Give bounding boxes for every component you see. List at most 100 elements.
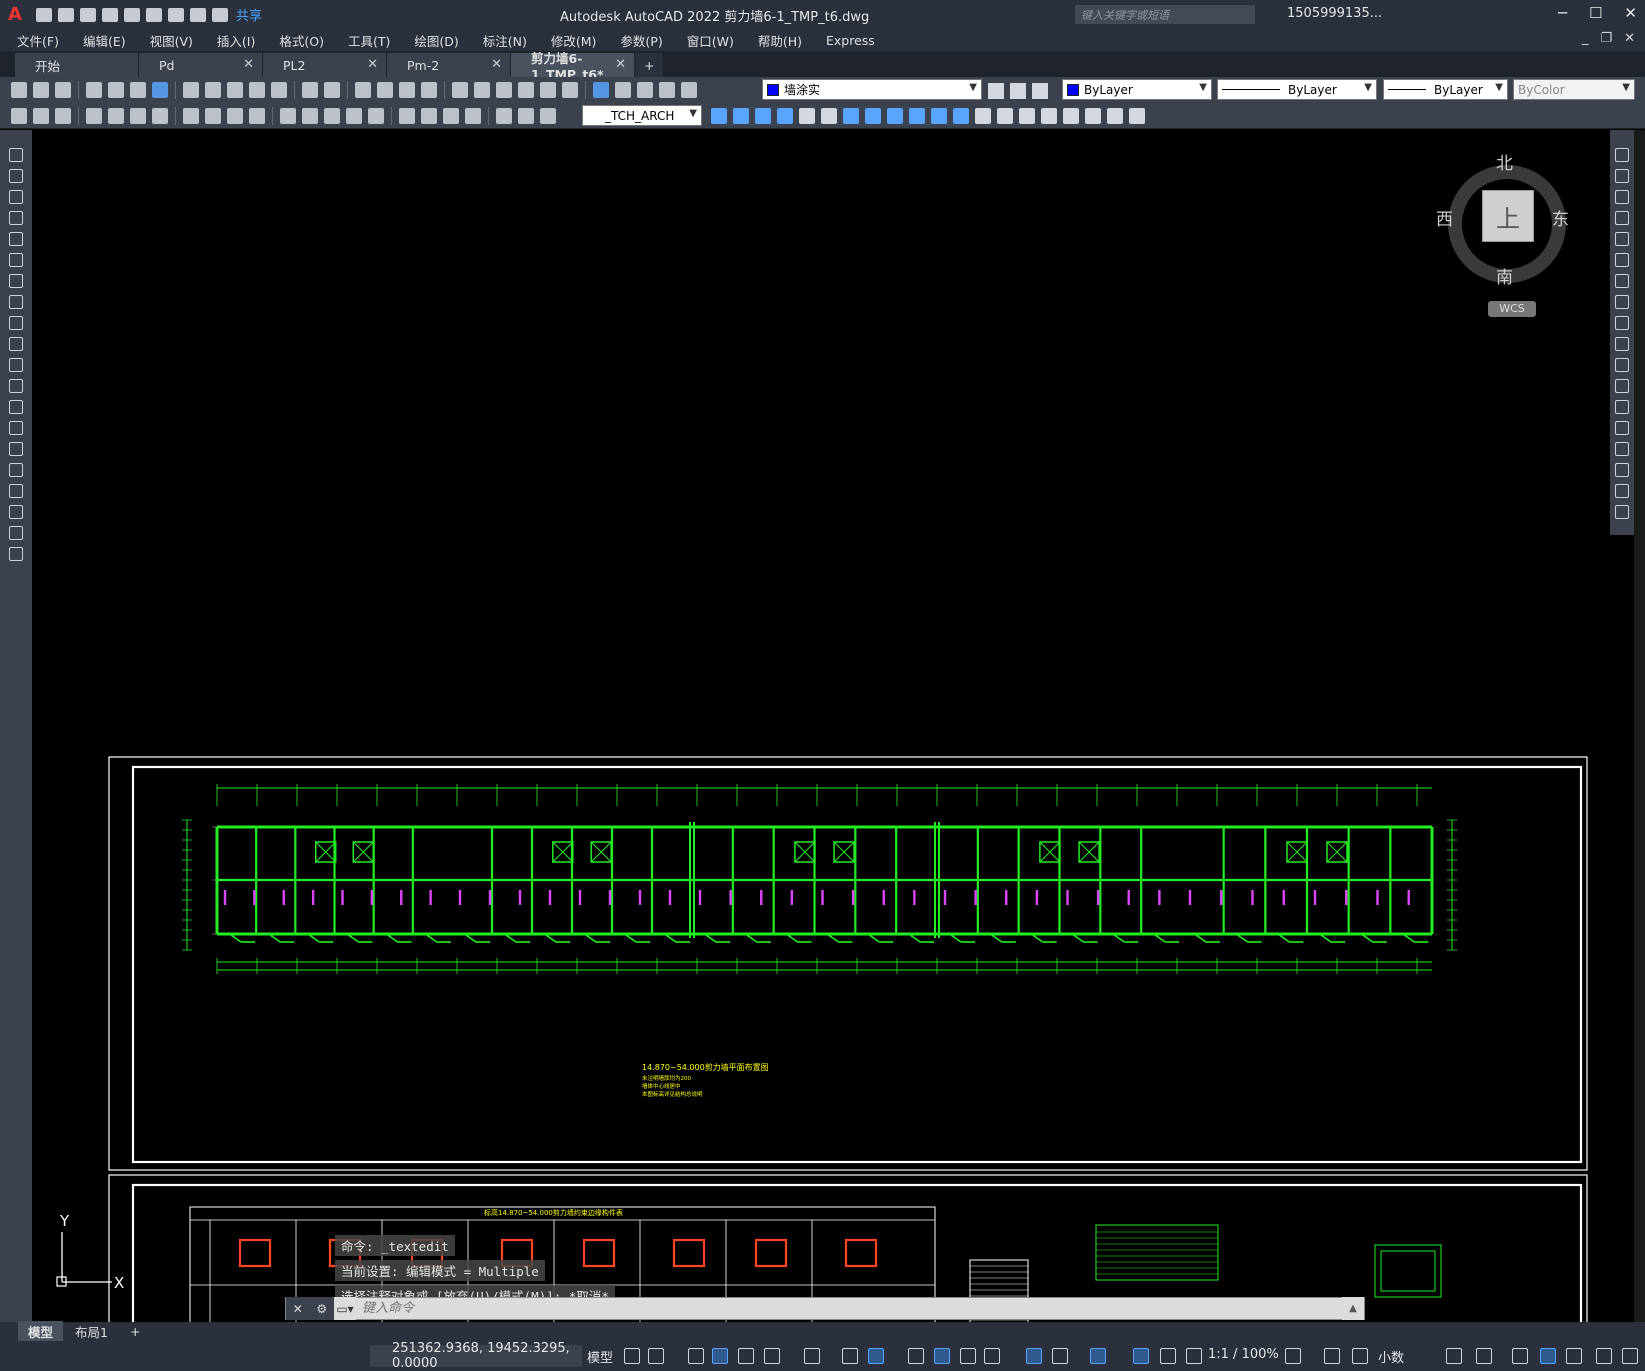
snap-icon[interactable] <box>648 1348 664 1364</box>
viewcube-top-face[interactable]: 上 <box>1482 190 1534 242</box>
extend-icon[interactable] <box>931 108 947 124</box>
layer-properties-icon[interactable] <box>615 82 631 98</box>
group-icon[interactable] <box>1085 108 1101 124</box>
gizmo-icon[interactable] <box>1090 1348 1106 1364</box>
tolerance-icon[interactable] <box>399 107 415 124</box>
transparency-icon[interactable] <box>934 1348 950 1364</box>
block-editor-icon[interactable] <box>271 82 287 98</box>
add-layout-icon[interactable]: + <box>120 1323 150 1340</box>
menu-item[interactable]: 文件(F) <box>17 31 59 50</box>
lock-ui-icon[interactable] <box>1476 1348 1492 1364</box>
tab-layout1[interactable]: 布局1 <box>65 1321 118 1342</box>
dynamic-input-icon[interactable] <box>712 1348 728 1364</box>
jogged-linear-icon[interactable] <box>465 107 481 124</box>
fillet-icon[interactable] <box>1615 462 1629 477</box>
join-icon[interactable] <box>975 108 991 124</box>
arc-length-icon[interactable] <box>130 107 146 124</box>
move-icon[interactable] <box>821 108 837 124</box>
command-input[interactable] <box>356 1298 1342 1319</box>
polar-tracking-icon[interactable] <box>764 1348 780 1364</box>
annotation-monitor-icon[interactable] <box>1324 1348 1340 1364</box>
design-center-icon[interactable] <box>474 82 490 98</box>
properties-icon[interactable] <box>452 82 468 98</box>
break-at-point-icon[interactable] <box>1615 378 1629 393</box>
layer-freeze-icon[interactable] <box>659 82 675 98</box>
menu-item[interactable]: 窗口(W) <box>687 31 734 50</box>
publish-icon[interactable] <box>130 82 146 98</box>
save-icon[interactable] <box>80 7 96 22</box>
compass-east[interactable]: 东 <box>1552 205 1569 230</box>
menu-item[interactable]: 格式(O) <box>279 31 324 50</box>
dynamic-ucs-icon[interactable] <box>1026 1348 1042 1364</box>
zoom-realtime-icon[interactable] <box>377 82 393 98</box>
dimension-edit-icon[interactable] <box>496 107 512 124</box>
angular-dimension-icon[interactable] <box>249 107 265 124</box>
undo-icon[interactable] <box>190 7 206 22</box>
menu-item[interactable]: 修改(M) <box>551 31 597 50</box>
layer-previous-icon[interactable] <box>1010 83 1026 99</box>
fillet-icon[interactable] <box>1019 108 1035 124</box>
add-selected-icon[interactable] <box>9 546 23 561</box>
ungroup-icon[interactable] <box>1107 108 1123 124</box>
plot-icon[interactable] <box>86 82 102 98</box>
redo-icon[interactable] <box>212 7 228 22</box>
new-icon[interactable] <box>11 82 27 98</box>
extend-icon[interactable] <box>1615 357 1629 372</box>
new-tab-icon[interactable]: + <box>635 53 663 77</box>
markup-icon[interactable] <box>540 82 556 98</box>
close-icon[interactable]: ✕ <box>293 1302 303 1316</box>
scale-icon[interactable] <box>1615 294 1629 309</box>
3d-osnap-icon[interactable] <box>984 1348 1000 1364</box>
preview-icon[interactable] <box>108 82 124 98</box>
share-button[interactable]: 共享 <box>236 5 262 24</box>
dimension-text-edit-icon[interactable] <box>518 107 534 124</box>
selection-filter-icon[interactable] <box>1052 1348 1068 1364</box>
annotation-scale-value[interactable]: 1:1 / 100% <box>1208 1347 1279 1365</box>
make-current-layer-icon[interactable] <box>988 83 1004 99</box>
quickcalc-icon[interactable] <box>562 82 578 98</box>
drawing-canvas[interactable]: 14.870~54.000剪力墙平面布置图 未注明墙厚均为200 墙体中心线居中… <box>32 130 1610 1322</box>
close-tab-icon[interactable]: ✕ <box>243 57 254 72</box>
explode-icon[interactable] <box>1041 108 1057 124</box>
construction-line-icon[interactable] <box>9 168 23 183</box>
grid-icon[interactable] <box>624 1348 640 1364</box>
spline-icon[interactable] <box>9 315 23 330</box>
revision-cloud-icon[interactable] <box>9 294 23 309</box>
isolate-objects-icon[interactable] <box>1512 1348 1528 1364</box>
user-account[interactable]: 1505999135... <box>1287 6 1382 21</box>
copy-icon[interactable] <box>205 82 221 98</box>
draworder-icon[interactable] <box>1063 108 1079 124</box>
new-file-icon[interactable] <box>36 7 52 22</box>
zoom-previous-icon[interactable] <box>421 82 437 98</box>
sheet-set-icon[interactable] <box>518 82 534 98</box>
copy-icon[interactable] <box>1615 168 1629 183</box>
close-tab-icon[interactable]: ✕ <box>615 57 626 72</box>
linetype-dropdown[interactable]: ByLayer ▼ <box>1217 79 1377 100</box>
menu-item[interactable]: 插入(I) <box>217 31 255 50</box>
dimension-break-icon[interactable] <box>368 107 384 124</box>
doc-close-icon[interactable]: ✕ <box>1624 31 1635 46</box>
offset-icon[interactable] <box>799 108 815 124</box>
tab-model[interactable]: 模型 <box>18 1321 64 1342</box>
customization-menu-icon[interactable] <box>1622 1348 1638 1364</box>
layer-on-icon[interactable] <box>637 82 653 98</box>
file-tab[interactable]: Pd ✕ <box>139 53 262 77</box>
stretch-icon[interactable] <box>1615 315 1629 330</box>
continue-dimension-icon[interactable] <box>324 107 340 124</box>
save-web-icon[interactable] <box>146 7 162 22</box>
file-tab[interactable]: 剪力墙6-1_TMP_t6* ✕ <box>511 51 634 82</box>
copy-object-icon[interactable] <box>733 108 749 124</box>
gradient-icon[interactable] <box>9 462 23 477</box>
ellipse-arc-icon[interactable] <box>9 357 23 372</box>
menu-item[interactable]: 参数(P) <box>620 31 662 50</box>
mirror-icon[interactable] <box>777 108 793 124</box>
menu-item[interactable]: 标注(N) <box>483 31 527 50</box>
tch-tool-icon[interactable] <box>11 107 27 124</box>
baseline-dimension-icon[interactable] <box>302 107 318 124</box>
save-as-icon[interactable] <box>102 7 118 22</box>
text-edit-icon[interactable] <box>1129 108 1145 124</box>
object-snap-icon[interactable] <box>868 1348 884 1364</box>
dim-style-icon[interactable] <box>711 108 727 124</box>
model-space-toggle[interactable]: 模型 <box>587 1347 613 1366</box>
diameter-dimension-icon[interactable] <box>227 107 243 124</box>
